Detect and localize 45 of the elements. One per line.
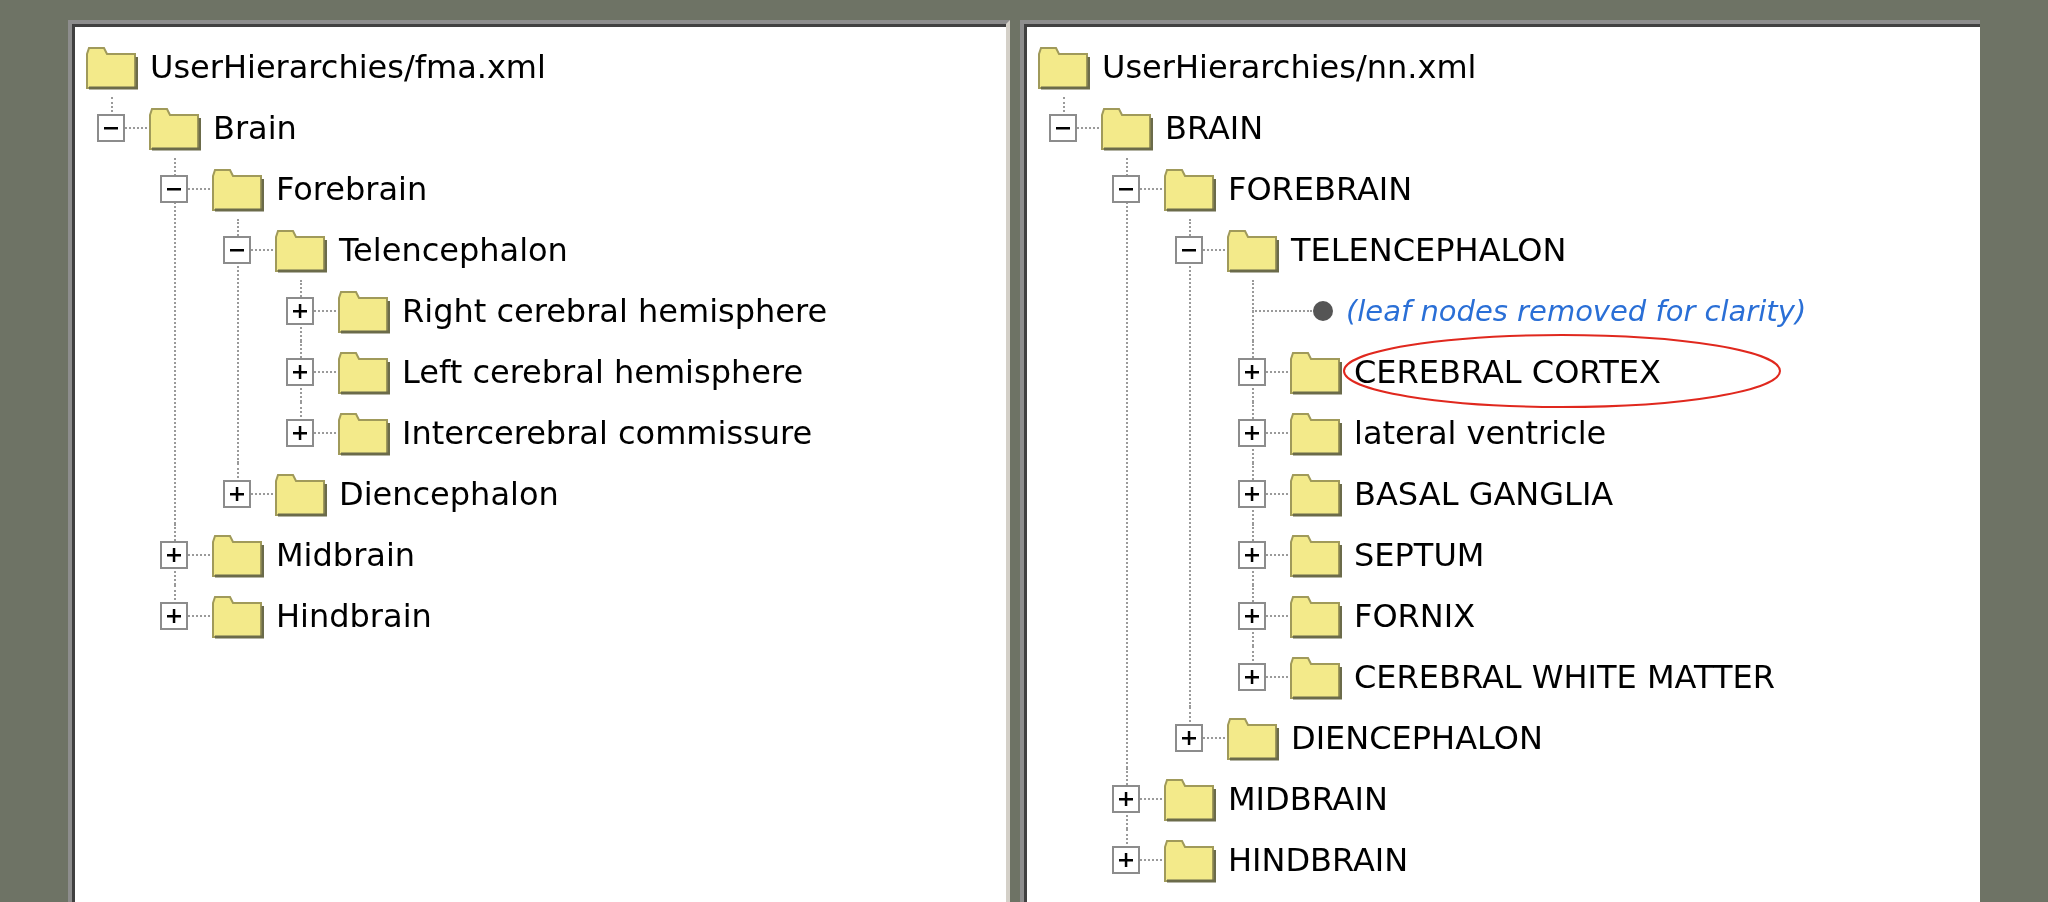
collapse-toggle[interactable] [1049,113,1077,142]
expand-toggle[interactable] [1238,418,1266,447]
tree-node-label[interactable]: Brain [213,108,297,147]
tree-node-label[interactable]: SEPTUM [1354,535,1485,574]
expand-toggle[interactable] [1238,601,1266,630]
tree-node-label[interactable]: CEREBRAL WHITE MATTER [1354,657,1775,696]
collapse-toggle[interactable] [97,113,125,142]
tree-node-label[interactable]: MIDBRAIN [1228,779,1388,818]
tree-node-label[interactable]: Hindbrain [276,596,432,635]
tree-node-label[interactable]: BASAL GANGLIA [1354,474,1614,513]
expand-toggle[interactable] [223,479,251,508]
tree-node-label[interactable]: BRAIN [1165,108,1264,147]
expand-toggle[interactable] [1238,479,1266,508]
tree-node-label[interactable]: Left cerebral hemisphere [402,352,804,391]
expand-toggle[interactable] [160,540,188,569]
tree-node-label[interactable]: HINDBRAIN [1228,840,1409,879]
collapse-toggle[interactable] [1112,174,1140,203]
tree-node-label[interactable]: FORNIX [1354,596,1476,635]
expand-toggle[interactable] [1112,784,1140,813]
tree-node-label[interactable]: Forebrain [276,169,428,208]
dot-icon [1312,299,1334,322]
expand-toggle[interactable] [1238,662,1266,691]
tree-root-label[interactable]: UserHierarchies/fma.xml [150,47,546,86]
collapse-toggle[interactable] [1175,235,1203,264]
tree-node-label[interactable]: FOREBRAIN [1228,169,1413,208]
collapse-toggle[interactable] [160,174,188,203]
tree-node-label[interactable]: lateral ventricle [1354,413,1607,452]
expand-toggle[interactable] [286,357,314,386]
tree-node-label[interactable]: Telencephalon [339,230,568,269]
tree-node-label[interactable]: TELENCEPHALON [1291,230,1567,269]
tree-root-label[interactable]: UserHierarchies/nn.xml [1102,47,1477,86]
tree-node-label[interactable]: Intercerebral commissure [402,413,813,452]
expand-toggle[interactable] [1112,845,1140,874]
expand-toggle[interactable] [286,418,314,447]
tree-node-label[interactable]: Midbrain [276,535,416,574]
note-text: (leaf nodes removed for clarity) [1346,293,1807,328]
expand-toggle[interactable] [1238,357,1266,386]
expand-toggle[interactable] [1238,540,1266,569]
collapse-toggle[interactable] [223,235,251,264]
tree-node-label[interactable]: Diencephalon [339,474,559,513]
expand-toggle[interactable] [286,296,314,325]
tree-node-label[interactable]: Right cerebral hemisphere [402,291,828,330]
expand-toggle[interactable] [1175,723,1203,752]
tree-node-label[interactable]: DIENCEPHALON [1291,718,1543,757]
expand-toggle[interactable] [160,601,188,630]
